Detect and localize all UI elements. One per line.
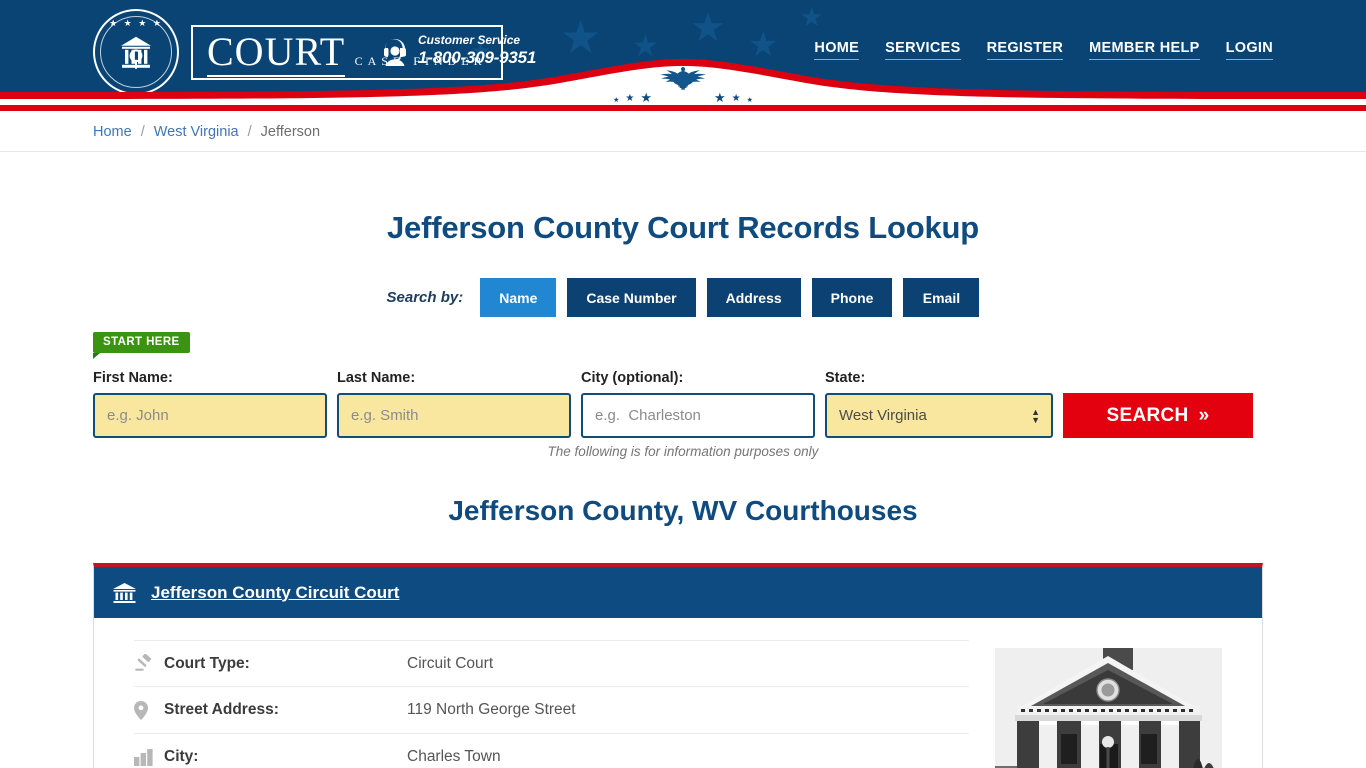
map-pin-icon [134,700,164,720]
state-select[interactable]: West VirginiaVirginiaMarylandOhioPennsyl… [825,393,1053,438]
nav-item-services[interactable]: SERVICES [885,40,961,60]
state-field-group: State: West VirginiaVirginiaMarylandOhio… [825,370,1053,438]
breadcrumb-item-jefferson: Jefferson [260,123,321,140]
tab-phone[interactable]: Phone [811,278,893,317]
city-input[interactable] [581,393,815,438]
start-here-badge: START HERE [93,332,190,359]
customer-service-label: Customer Service [418,33,521,47]
street-address-label: Street Address: [164,701,279,718]
tab-address[interactable]: Address [706,278,801,317]
court-card-header: Jefferson County Circuit Court [94,567,1262,618]
double-chevron-right-icon: » [1198,404,1210,426]
eagle-icon [660,67,706,90]
city-detail-label: City: [164,748,199,765]
header-decorative-band: ★ ★ ★ ★ ★ ★ ★ [0,59,1366,105]
state-label: State: [825,370,866,386]
breadcrumb-item-west-virginia[interactable]: West Virginia [154,124,239,140]
search-form: START HERE First Name: Last Name: City (… [93,332,1273,438]
breadcrumb-separator: / [247,123,252,140]
logo-seal-stars: ★ ★ ★ ★ [109,18,163,28]
table-row: Street Address: 119 North George Street [134,687,969,734]
court-card: Jefferson County Circuit Court Court Typ… [93,563,1263,768]
street-address-value: 119 North George Street [407,701,576,718]
last-name-input[interactable] [337,393,571,438]
city-label: City (optional): [581,370,684,386]
gavel-icon [134,654,164,673]
search-by-tabs: Search by: Name Case Number Address Phon… [93,278,1273,317]
nav-item-login[interactable]: LOGIN [1225,40,1273,60]
main-content: Jefferson County Court Records Lookup Se… [93,152,1273,768]
courthouses-section-title: Jefferson County, WV Courthouses [448,495,918,526]
first-name-label: First Name: [93,370,173,386]
court-card-body: Court Type: Circuit Court Street Address… [94,618,1262,768]
table-row: City: Charles Town [134,734,969,768]
band-star-row: ★ ★ ★ ★ ★ ★ ★ [613,90,753,105]
table-row: Court Type: Circuit Court [134,640,969,687]
court-details-table: Court Type: Circuit Court Street Address… [134,640,969,768]
courthouse-icon [113,582,136,603]
last-name-label: Last Name: [337,370,416,386]
main-navigation: HOME SERVICES REGISTER MEMBER HELP LOGIN [814,40,1273,60]
nav-item-register[interactable]: REGISTER [986,40,1064,60]
nav-item-home[interactable]: HOME [814,40,860,60]
tab-case-number[interactable]: Case Number [567,278,696,317]
breadcrumb-separator: / [140,123,145,140]
city-buildings-icon [134,748,164,766]
page-title: Jefferson County Court Records Lookup [387,210,979,245]
tab-name[interactable]: Name [480,278,557,317]
last-name-field-group: Last Name: [337,370,571,438]
search-button[interactable]: SEARCH » [1063,393,1253,438]
disclaimer-text: The following is for information purpose… [547,444,819,459]
nav-item-member-help[interactable]: MEMBER HELP [1089,40,1200,60]
breadcrumb: Home / West Virginia / Jefferson [93,111,1273,152]
first-name-input[interactable] [93,393,327,438]
courthouse-photo [995,648,1222,768]
city-detail-value: Charles Town [407,748,501,765]
search-by-label: Search by: [386,289,464,306]
tab-email[interactable]: Email [903,278,980,317]
breadcrumb-bar: Home / West Virginia / Jefferson [0,111,1366,152]
first-name-field-group: First Name: [93,370,327,438]
court-card-title-link[interactable]: Jefferson County Circuit Court [151,583,399,603]
search-button-label: SEARCH [1106,404,1189,426]
court-type-label: Court Type: [164,654,250,672]
city-field-group: City (optional): [581,370,815,438]
site-header: ★ ★ ★ ★ ★ ★ ★ ★ ★ ★ COURT CASE FINDER Cu… [0,0,1366,105]
breadcrumb-item-home[interactable]: Home [93,124,132,140]
court-type-value: Circuit Court [407,654,494,672]
